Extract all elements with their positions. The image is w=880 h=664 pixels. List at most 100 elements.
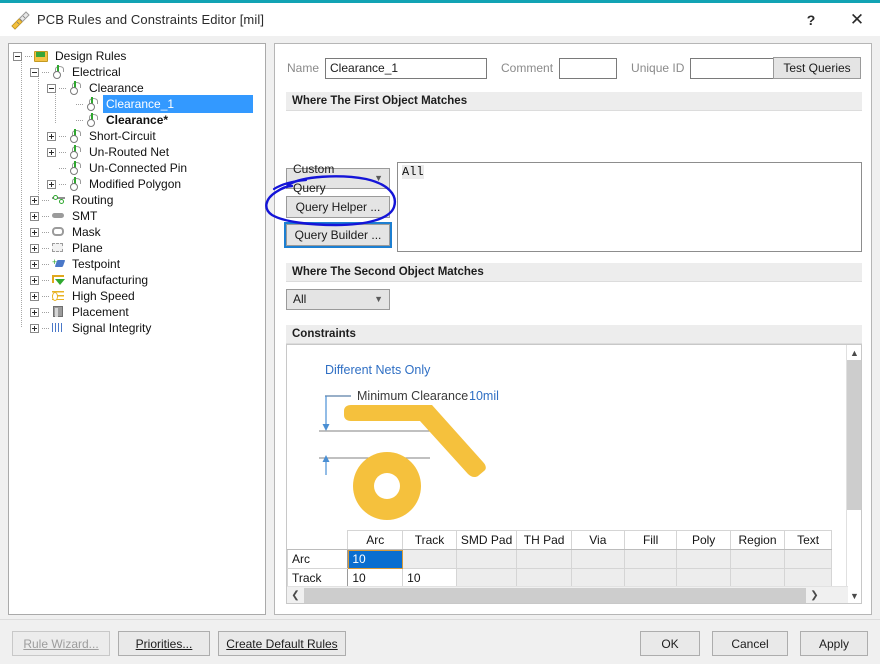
matrix-cell[interactable] <box>455 568 518 588</box>
query-helper-button[interactable]: Query Helper ... <box>286 196 390 218</box>
expander-plus-icon[interactable] <box>30 307 39 317</box>
clearance-illustration-graphic <box>319 395 486 520</box>
scroll-up-icon[interactable]: ▲ <box>847 345 861 360</box>
rule-wizard-button[interactable]: Rule Wizard... <box>12 631 110 656</box>
tree-item-label: Clearance* <box>106 113 169 127</box>
tree-item-short-circuit[interactable]: Short-Circuit <box>13 128 265 144</box>
ok-button[interactable]: OK <box>640 631 700 656</box>
expander-plus-icon[interactable] <box>30 323 39 333</box>
tree-item-label: Electrical <box>72 65 121 79</box>
matrix-cell[interactable] <box>729 549 786 569</box>
expander-plus-icon[interactable] <box>47 131 56 141</box>
tree-item-signal-integrity[interactable]: Signal Integrity <box>13 320 265 336</box>
matrix-horizontal-scrollbar[interactable]: ❮ ❯ <box>287 586 848 603</box>
matrix-cell[interactable] <box>623 549 678 569</box>
matrix-col-fill[interactable]: Fill <box>623 530 678 550</box>
matrix-col-region[interactable]: Region <box>729 530 786 550</box>
scroll-thumb-horizontal[interactable] <box>304 587 806 603</box>
high-speed-icon <box>51 289 66 303</box>
expander-plus-icon[interactable] <box>47 147 56 157</box>
matrix-col-track[interactable]: Track <box>402 530 457 550</box>
matrix-cell[interactable] <box>402 549 457 569</box>
matrix-cell[interactable] <box>570 568 625 588</box>
scroll-thumb-vertical[interactable] <box>847 360 861 510</box>
tree-item-manufacturing[interactable]: Manufacturing <box>13 272 265 288</box>
priorities-button[interactable]: Priorities... <box>118 631 210 656</box>
tree-connector <box>59 167 66 169</box>
tree-connector <box>42 231 49 233</box>
expander-plus-icon[interactable] <box>30 243 39 253</box>
create-default-rules-button[interactable]: Create Default Rules <box>218 631 346 656</box>
test-queries-button[interactable]: Test Queries <box>773 57 861 79</box>
tree-item-un-routed-net[interactable]: Un-Routed Net <box>13 144 265 160</box>
tree-item-testpoint[interactable]: + Testpoint <box>13 256 265 272</box>
tree-item-label: Testpoint <box>72 257 121 271</box>
design-rules-tree[interactable]: Design Rules Electrical Clearance Cleara… <box>8 43 266 615</box>
expander-minus-icon[interactable] <box>13 51 22 61</box>
tree-item-label: Short-Circuit <box>89 129 156 143</box>
tree-item-design-rules[interactable]: Design Rules <box>13 48 265 64</box>
expander-plus-icon[interactable] <box>47 179 56 189</box>
clearance-diagram: Different Nets Only Minimum Clearance 10… <box>287 345 832 530</box>
tree-item-modified-polygon[interactable]: Modified Polygon <box>13 176 265 192</box>
tree-item-mask[interactable]: Mask <box>13 224 265 240</box>
unique-id-input[interactable] <box>690 57 779 79</box>
matrix-cell[interactable] <box>516 549 572 569</box>
expander-plus-icon[interactable] <box>30 259 39 269</box>
matrix-col-th-pad[interactable]: TH Pad <box>516 530 572 550</box>
matrix-cell[interactable] <box>676 549 731 569</box>
expander-plus-icon[interactable] <box>30 211 39 221</box>
tree-item-plane[interactable]: Plane <box>13 240 265 256</box>
matrix-cell[interactable]: 10 <box>347 568 404 588</box>
matrix-col-via[interactable]: Via <box>570 530 625 550</box>
query-text-area[interactable]: All <box>397 162 862 252</box>
matrix-cell[interactable] <box>784 549 832 569</box>
expander-plus-icon[interactable] <box>30 275 39 285</box>
apply-button[interactable]: Apply <box>800 631 868 656</box>
tree-item-smt[interactable]: SMT <box>13 208 265 224</box>
tree-item-placement[interactable]: Placement <box>13 304 265 320</box>
tree-item-un-connected-pin[interactable]: Un-Connected Pin <box>13 160 265 176</box>
expander-plus-icon[interactable] <box>30 227 39 237</box>
scroll-down-icon[interactable]: ▼ <box>847 588 861 603</box>
tree-item-high-speed[interactable]: High Speed <box>13 288 265 304</box>
constraints-body: Different Nets Only Minimum Clearance 10… <box>286 344 862 604</box>
comment-label: Comment <box>501 61 554 75</box>
matrix-cell[interactable]: 10 <box>402 568 457 588</box>
matrix-col-poly[interactable]: Poly <box>676 530 731 550</box>
expander-plus-icon[interactable] <box>30 291 39 301</box>
matrix-cell[interactable] <box>455 549 518 569</box>
matrix-cell[interactable] <box>516 568 572 588</box>
matrix-col-text[interactable]: Text <box>784 530 832 550</box>
constraints-vertical-scrollbar[interactable]: ▲ ▼ <box>846 345 861 603</box>
expander-minus-icon[interactable] <box>47 83 56 93</box>
help-icon[interactable]: ? <box>788 3 834 36</box>
matrix-col-smd-pad[interactable]: SMD Pad <box>455 530 518 550</box>
scroll-right-icon[interactable]: ❯ <box>806 587 823 604</box>
tree-item-label: SMT <box>72 209 98 223</box>
tree-item-clearance-1[interactable]: Clearance_1 <box>13 95 265 113</box>
first-object-scope-select[interactable]: Custom Query ▼ <box>286 162 390 195</box>
matrix-cell[interactable] <box>676 568 731 588</box>
tree-item-clearance[interactable]: Clearance <box>13 80 265 96</box>
tree-item-clearance-star[interactable]: Clearance* <box>13 112 265 128</box>
query-builder-button[interactable]: Query Builder ... <box>284 222 392 248</box>
matrix-cell[interactable] <box>729 568 786 588</box>
name-input[interactable] <box>325 57 488 79</box>
matrix-cell[interactable] <box>784 568 832 588</box>
testpoint-icon: + <box>51 257 66 271</box>
comment-input[interactable] <box>559 57 618 79</box>
expander-plus-icon[interactable] <box>30 195 39 205</box>
matrix-cell[interactable] <box>570 549 625 569</box>
matrix-cell[interactable]: 10 <box>347 549 404 569</box>
tree-item-electrical[interactable]: Electrical <box>13 64 265 80</box>
tree-item-routing[interactable]: Routing <box>13 192 265 208</box>
expander-minus-icon[interactable] <box>30 67 39 77</box>
matrix-cell[interactable] <box>623 568 678 588</box>
matrix-col-arc[interactable]: Arc <box>347 530 404 550</box>
close-icon[interactable]: ✕ <box>834 3 880 36</box>
tree-items: Design Rules Electrical Clearance Cleara… <box>9 44 265 336</box>
cancel-button[interactable]: Cancel <box>712 631 788 656</box>
second-object-scope-select[interactable]: All ▼ <box>286 289 390 310</box>
scroll-left-icon[interactable]: ❮ <box>287 587 304 604</box>
